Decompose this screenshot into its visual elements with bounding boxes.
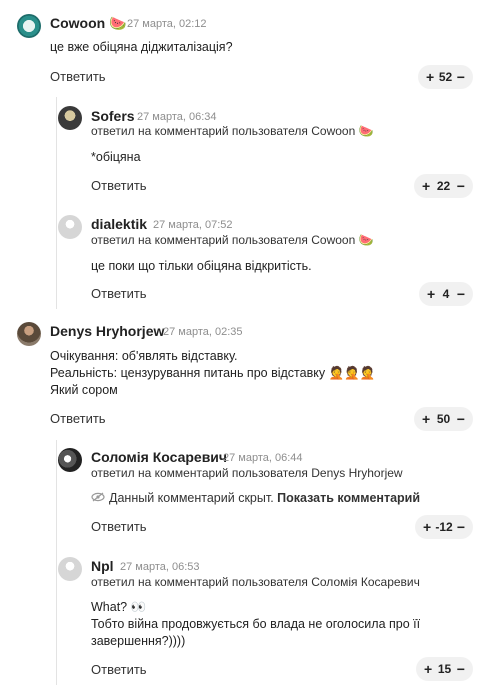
avatar[interactable] xyxy=(17,322,41,346)
reply-button[interactable]: Ответить xyxy=(50,69,106,84)
avatar[interactable] xyxy=(58,557,82,581)
comment-time: 27 марта, 07:52 xyxy=(153,219,233,231)
avatar[interactable] xyxy=(17,14,41,38)
comment-author[interactable]: Npl xyxy=(91,558,114,574)
vote-count: -12 xyxy=(435,520,453,534)
comment-text-line: Тобто війна продовжується бо влада не ог… xyxy=(91,617,421,631)
vote-count: 15 xyxy=(437,662,452,676)
replied-to: ответил на комментарий пользователя Соло… xyxy=(91,575,420,589)
comment-text: What? 👀 Тобто війна продовжується бо вла… xyxy=(91,599,420,650)
avatar[interactable] xyxy=(58,215,82,239)
hidden-comment-notice: Данный комментарий скрыт. Показать комме… xyxy=(91,491,420,505)
upvote-icon[interactable]: + xyxy=(422,178,430,194)
avatar[interactable] xyxy=(58,106,82,130)
comment-time: 27 марта, 02:12 xyxy=(127,18,207,30)
avatar[interactable] xyxy=(58,448,82,472)
vote-count: 4 xyxy=(442,287,450,301)
vote-control: + 22 − xyxy=(414,174,473,198)
vote-count: 50 xyxy=(436,412,451,426)
reply-button[interactable]: Ответить xyxy=(91,178,147,193)
eye-slash-icon xyxy=(91,491,105,505)
comment-text: це поки що тільки обіцяна відкритість. xyxy=(91,259,312,273)
upvote-icon[interactable]: + xyxy=(426,69,434,85)
comment-author[interactable]: Sofers xyxy=(91,108,135,124)
comment-time: 27 марта, 02:35 xyxy=(163,326,243,338)
thread-line xyxy=(56,440,57,685)
downvote-icon[interactable]: − xyxy=(457,411,465,427)
reply-button[interactable]: Ответить xyxy=(91,286,147,301)
watermelon-badge-icon: 🍉 xyxy=(109,16,127,32)
reply-button[interactable]: Ответить xyxy=(91,519,147,534)
downvote-icon[interactable]: − xyxy=(457,69,465,85)
replied-to-user[interactable]: Cowoon xyxy=(311,124,355,138)
comment-text-line: завершення?)))) xyxy=(91,634,186,648)
comment-text: *обіцяна xyxy=(91,150,141,164)
comment-time: 27 марта, 06:34 xyxy=(137,111,217,123)
comment-text: це вже обіцяна діджиталізація? xyxy=(50,40,233,54)
comment-text-line: Який сором xyxy=(50,383,118,397)
vote-control: + 50 − xyxy=(414,407,473,431)
comment-author[interactable]: Cowoon 🍉 xyxy=(50,15,127,32)
vote-count: 52 xyxy=(438,70,453,84)
replied-to: ответил на комментарий пользователя Cowo… xyxy=(91,124,374,138)
downvote-icon[interactable]: − xyxy=(457,661,465,677)
comment-text-line: What? 👀 xyxy=(91,600,147,614)
comment-text: Очікування: об'являть відставку. Реальні… xyxy=(50,348,375,399)
upvote-icon[interactable]: + xyxy=(422,411,430,427)
replied-to: ответил на комментарий пользователя Cowo… xyxy=(91,233,374,247)
thread-line xyxy=(56,97,57,309)
replied-to-user[interactable]: Cowoon xyxy=(311,233,355,247)
reply-button[interactable]: Ответить xyxy=(50,411,106,426)
comment-author[interactable]: dialektik xyxy=(91,216,147,232)
vote-control: + 52 − xyxy=(418,65,473,89)
upvote-icon[interactable]: + xyxy=(427,286,435,302)
comment-text-line: Реальність: цензурування питань про відс… xyxy=(50,366,376,380)
vote-count: 22 xyxy=(436,179,451,193)
watermelon-badge-icon: 🍉 xyxy=(358,233,374,247)
upvote-icon[interactable]: + xyxy=(424,661,432,677)
reply-button[interactable]: Ответить xyxy=(91,662,147,677)
show-comment-link[interactable]: Показать комментарий xyxy=(277,491,420,505)
comment-author[interactable]: Denys Hryhorjew xyxy=(50,323,164,339)
vote-control: + 4 − xyxy=(419,282,473,306)
downvote-icon[interactable]: − xyxy=(457,519,465,535)
watermelon-badge-icon: 🍉 xyxy=(358,124,374,138)
replied-to-user[interactable]: Denys Hryhorjew xyxy=(311,466,402,480)
replied-to-user[interactable]: Соломія Косаревич xyxy=(311,575,420,589)
upvote-icon[interactable]: + xyxy=(423,519,431,535)
replied-to: ответил на комментарий пользователя Deny… xyxy=(91,466,403,480)
comment-time: 27 марта, 06:44 xyxy=(223,452,303,464)
comment-text-line: Очікування: об'являть відставку. xyxy=(50,349,238,363)
vote-control: + 15 − xyxy=(416,657,473,681)
downvote-icon[interactable]: − xyxy=(457,286,465,302)
comment-time: 27 марта, 06:53 xyxy=(120,561,200,573)
downvote-icon[interactable]: − xyxy=(457,178,465,194)
vote-control: + -12 − xyxy=(415,515,473,539)
comment-author[interactable]: Соломія Косаревич xyxy=(91,449,227,465)
hidden-comment-text: Данный комментарий скрыт. xyxy=(109,491,274,505)
